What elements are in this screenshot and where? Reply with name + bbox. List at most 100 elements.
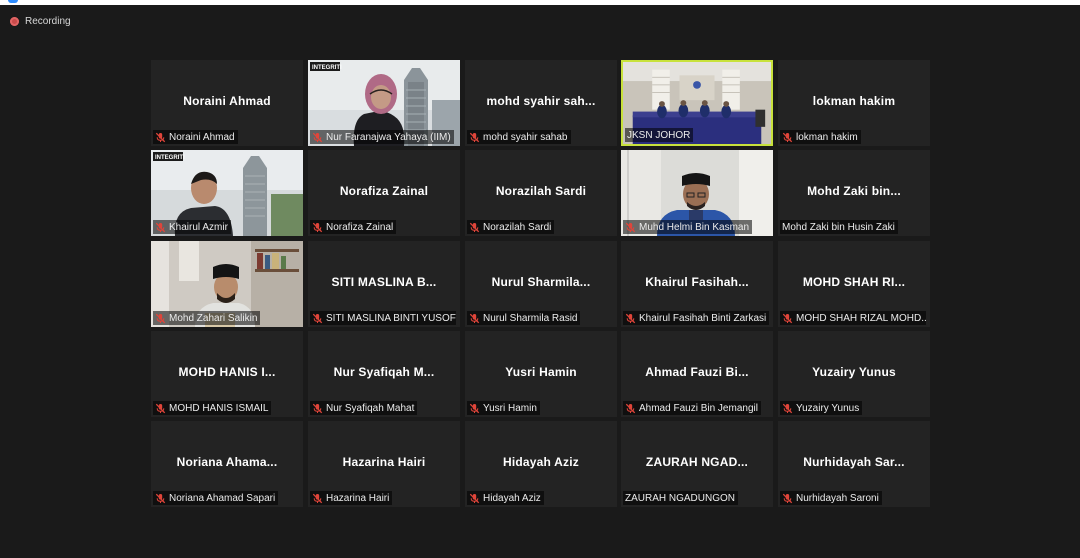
app-indicator bbox=[8, 0, 18, 3]
participant-name-label: Hidayah Aziz bbox=[467, 491, 544, 505]
participant-display-name: MOHD SHAH RI... bbox=[802, 275, 906, 289]
participant-display-name: Nurhidayah Sar... bbox=[803, 455, 905, 469]
participant-name-label: Hazarina Hairi bbox=[310, 491, 393, 505]
mic-muted-icon bbox=[312, 222, 323, 233]
mic-muted-icon bbox=[469, 132, 480, 143]
participant-name-label: lokman hakim bbox=[780, 130, 861, 144]
participant-tile[interactable]: Noriana Ahama... Noriana Ahamad Sapari bbox=[151, 421, 303, 507]
mic-muted-icon bbox=[625, 313, 636, 324]
participant-tile[interactable]: Mohd Zaki bin... Mohd Zaki bin Husin Zaki bbox=[778, 150, 930, 236]
participant-name-label: ZAURAH NGADUNGON bbox=[623, 491, 739, 505]
mic-muted-icon bbox=[155, 132, 166, 143]
participant-video-tile[interactable]: Muhd Helmi Bin Kasman bbox=[621, 150, 773, 236]
recording-label: Recording bbox=[25, 15, 71, 27]
participant-name-label: Yusri Hamin bbox=[467, 401, 540, 415]
mic-muted-icon bbox=[312, 313, 323, 324]
participant-tile[interactable]: Norazilah Sardi Norazilah Sardi bbox=[465, 150, 617, 236]
participant-name-label: MOHD SHAH RIZAL MOHD... bbox=[780, 311, 926, 325]
participant-display-name: Noriana Ahama... bbox=[176, 455, 278, 469]
participant-name-text: Noraini Ahmad bbox=[169, 131, 235, 143]
participant-name-text: Nur Syafiqah Mahat bbox=[326, 402, 415, 414]
participant-display-name: Mohd Zaki bin... bbox=[807, 184, 901, 198]
participant-video-tile[interactable]: JKSN JOHOR bbox=[621, 60, 773, 146]
mic-muted-icon bbox=[625, 222, 636, 233]
participant-name-text: Yusri Hamin bbox=[483, 402, 537, 414]
participant-name-text: Muhd Helmi Bin Kasman bbox=[639, 221, 750, 233]
participant-name-text: JKSN JOHOR bbox=[627, 129, 691, 141]
participant-name-label: mohd syahir sahab bbox=[467, 130, 571, 144]
participant-name-label: JKSN JOHOR bbox=[625, 128, 694, 142]
participant-tile[interactable]: Hazarina Hairi Hazarina Hairi bbox=[308, 421, 460, 507]
participant-name-label: Mohd Zahari Salikin bbox=[153, 311, 261, 325]
logo-text: INTEGRITI bbox=[312, 65, 342, 71]
mic-muted-icon bbox=[312, 132, 323, 143]
participant-display-name: SITI MASLINA B... bbox=[331, 275, 437, 289]
mic-muted-icon bbox=[312, 493, 323, 504]
participant-name-text: Noriana Ahamad Sapari bbox=[169, 492, 276, 504]
participant-name-text: Mohd Zaki bin Husin Zaki bbox=[782, 221, 895, 233]
participant-name-label: Norafiza Zainal bbox=[310, 220, 397, 234]
participant-name-text: Nur Faranajwa Yahaya (IIM) bbox=[326, 131, 451, 143]
recording-icon bbox=[10, 16, 19, 26]
participant-name-text: ZAURAH NGADUNGON bbox=[625, 492, 736, 504]
mic-muted-icon bbox=[469, 493, 480, 504]
participant-tile[interactable]: Yusri Hamin Yusri Hamin bbox=[465, 331, 617, 417]
participant-display-name: Yuzairy Yunus bbox=[812, 365, 896, 379]
participant-display-name: ZAURAH NGAD... bbox=[645, 455, 749, 469]
participant-name-label: Khairul Azmir bbox=[153, 220, 231, 234]
participant-name-text: MOHD HANIS ISMAIL bbox=[169, 402, 269, 414]
mic-muted-icon bbox=[782, 313, 793, 324]
participant-tile[interactable]: ZAURAH NGAD... ZAURAH NGADUNGON bbox=[621, 421, 773, 507]
participant-tile[interactable]: Hidayah Aziz Hidayah Aziz bbox=[465, 421, 617, 507]
mic-muted-icon bbox=[469, 222, 480, 233]
participant-tile[interactable]: SITI MASLINA B... SITI MASLINA BINTI YUSO… bbox=[308, 241, 460, 327]
mic-muted-icon bbox=[155, 313, 166, 324]
participant-name-text: mohd syahir sahab bbox=[483, 131, 568, 143]
participant-video-tile[interactable]: Mohd Zahari Salikin bbox=[151, 241, 303, 327]
participant-name-label: Noriana Ahamad Sapari bbox=[153, 491, 279, 505]
participant-name-label: Norazilah Sardi bbox=[467, 220, 555, 234]
participant-video-tile[interactable]: INTEGRITI Nur Faranajwa Yahaya (IIM) bbox=[308, 60, 460, 146]
participant-name-label: Nur Faranajwa Yahaya (IIM) bbox=[310, 130, 454, 144]
participant-name-label: MOHD HANIS ISMAIL bbox=[153, 401, 272, 415]
participant-tile[interactable]: Yuzairy Yunus Yuzairy Yunus bbox=[778, 331, 930, 417]
mic-muted-icon bbox=[469, 403, 480, 414]
participant-tile[interactable]: Nurhidayah Sar... Nurhidayah Saroni bbox=[778, 421, 930, 507]
participant-display-name: mohd syahir sah... bbox=[486, 94, 596, 108]
participant-name-label: Khairul Fasihah Binti Zarkasi bbox=[623, 311, 769, 325]
mic-muted-icon bbox=[155, 222, 166, 233]
participant-name-label: Nurul Sharmila Rasid bbox=[467, 311, 581, 325]
participant-tile[interactable]: MOHD HANIS I... MOHD HANIS ISMAIL bbox=[151, 331, 303, 417]
participant-name-label: Yuzairy Yunus bbox=[780, 401, 863, 415]
participant-display-name: Norafiza Zainal bbox=[339, 184, 429, 198]
participant-name-text: Khairul Fasihah Binti Zarkasi bbox=[639, 312, 767, 324]
participant-tile[interactable]: Ahmad Fauzi Bi... Ahmad Fauzi Bin Jemangi… bbox=[621, 331, 773, 417]
participant-name-label: SITI MASLINA BINTI YUSOFF bbox=[310, 311, 456, 325]
participant-name-text: Nurhidayah Saroni bbox=[796, 492, 879, 504]
participant-name-text: lokman hakim bbox=[796, 131, 858, 143]
participant-tile[interactable]: Nurul Sharmila... Nurul Sharmila Rasid bbox=[465, 241, 617, 327]
participant-tile[interactable]: Norafiza Zainal Norafiza Zainal bbox=[308, 150, 460, 236]
participant-name-text: Hidayah Aziz bbox=[483, 492, 541, 504]
mic-muted-icon bbox=[155, 493, 166, 504]
participant-display-name: Noraini Ahmad bbox=[183, 94, 271, 108]
participant-name-label: Noraini Ahmad bbox=[153, 130, 238, 144]
participant-tile[interactable]: mohd syahir sah... mohd syahir sahab bbox=[465, 60, 617, 146]
participant-display-name: Norazilah Sardi bbox=[495, 184, 587, 198]
recording-indicator[interactable]: Recording bbox=[10, 14, 71, 28]
participant-name-text: MOHD SHAH RIZAL MOHD... bbox=[796, 312, 926, 324]
gallery-grid: Noraini Ahmad Noraini Ahmad INTEGRITI Nur F… bbox=[151, 60, 930, 507]
participant-tile[interactable]: Noraini Ahmad Noraini Ahmad bbox=[151, 60, 303, 146]
participant-tile[interactable]: Khairul Fasihah... Khairul Fasihah Binti … bbox=[621, 241, 773, 327]
participant-video-tile[interactable]: INTEGRITI Khairul Azmir bbox=[151, 150, 303, 236]
mic-muted-icon bbox=[155, 403, 166, 414]
participant-name-text: Khairul Azmir bbox=[169, 221, 228, 233]
participant-name-label: Ahmad Fauzi Bin Jemangil bbox=[623, 401, 761, 415]
participant-tile[interactable]: MOHD SHAH RI... MOHD SHAH RIZAL MOHD... bbox=[778, 241, 930, 327]
participant-display-name: Yusri Hamin bbox=[505, 365, 577, 379]
participant-tile[interactable]: Nur Syafiqah M... Nur Syafiqah Mahat bbox=[308, 331, 460, 417]
mic-muted-icon bbox=[782, 493, 793, 504]
participant-tile[interactable]: lokman hakim lokman hakim bbox=[778, 60, 930, 146]
logo-text: INTEGRITI bbox=[155, 155, 185, 161]
participant-name-text: SITI MASLINA BINTI YUSOFF bbox=[326, 312, 456, 324]
